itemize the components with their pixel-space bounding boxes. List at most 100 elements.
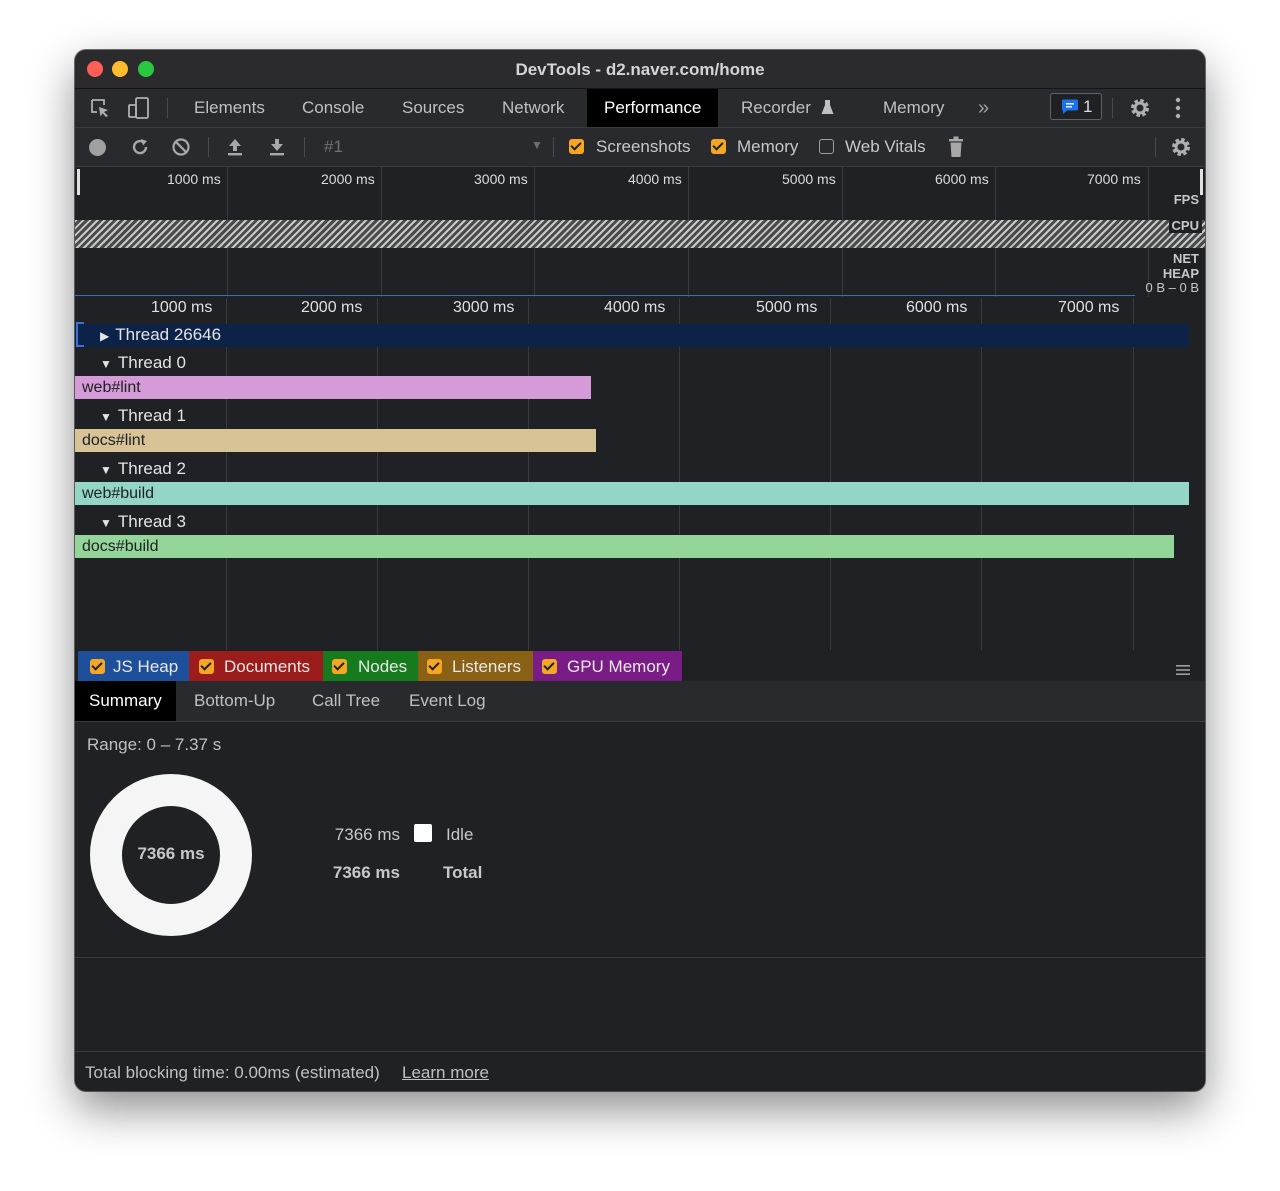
task-bar[interactable]: web#lint xyxy=(75,376,591,399)
overview-tick: 4000 ms xyxy=(628,171,682,187)
thread-header[interactable]: ▶ Thread 26646 xyxy=(100,325,221,345)
tab-event-log[interactable]: Event Log xyxy=(395,681,500,721)
documents-checkbox[interactable] xyxy=(199,659,214,674)
flame-tick: 7000 ms xyxy=(1058,299,1120,316)
summary-panel: Range: 0 – 7.37 s 7366 ms 7366 ms Idle 7… xyxy=(75,722,1205,958)
tab-recorder[interactable]: Recorder xyxy=(724,89,851,127)
heap-range-label: 0 B – 0 B xyxy=(1145,280,1199,295)
cpu-track-label: CPU xyxy=(1168,218,1202,233)
tab-console[interactable]: Console xyxy=(285,89,381,127)
flame-chart[interactable]: 1000 ms 2000 ms 3000 ms 4000 ms 5000 ms … xyxy=(75,298,1205,650)
chevron-down-icon: ▼ xyxy=(531,138,543,152)
learn-more-link[interactable]: Learn more xyxy=(402,1063,489,1083)
nodes-checkbox[interactable] xyxy=(332,659,347,674)
overview-tick: 6000 ms xyxy=(935,171,989,187)
listeners-checkbox[interactable] xyxy=(427,659,442,674)
task-bar[interactable]: docs#build xyxy=(75,535,1174,558)
timeline-overview[interactable]: 1000 ms 2000 ms 3000 ms 4000 ms 5000 ms … xyxy=(75,167,1205,297)
overview-tick: 1000 ms xyxy=(167,171,221,187)
tab-elements[interactable]: Elements xyxy=(177,89,282,127)
gpu-memory-checkbox[interactable] xyxy=(542,659,557,674)
screenshots-label: Screenshots xyxy=(596,137,691,156)
collapse-arrow-icon: ▼ xyxy=(100,357,112,371)
message-icon xyxy=(1062,99,1078,114)
title-bar: DevTools - d2.naver.com/home xyxy=(75,50,1205,89)
gpu-memory-label: GPU Memory xyxy=(567,657,670,676)
tab-summary[interactable]: Summary xyxy=(75,681,176,721)
overview-tick: 5000 ms xyxy=(782,171,836,187)
documents-counter[interactable]: Documents xyxy=(189,651,323,681)
documents-label: Documents xyxy=(224,657,310,676)
more-options-icon[interactable] xyxy=(1175,97,1181,119)
tab-sources[interactable]: Sources xyxy=(385,89,481,127)
web-vitals-checkbox[interactable] xyxy=(819,139,834,154)
record-button[interactable] xyxy=(89,139,106,156)
upload-profile-icon[interactable] xyxy=(226,137,244,157)
thread-header[interactable]: ▼ Thread 1 xyxy=(100,406,186,426)
memory-label: Memory xyxy=(737,137,799,156)
thread-row-selected[interactable] xyxy=(75,324,1189,347)
thread-header[interactable]: ▼ Thread 2 xyxy=(100,459,186,479)
tab-call-tree[interactable]: Call Tree xyxy=(298,681,394,721)
thread-name: Thread 2 xyxy=(117,459,186,478)
expand-arrow-icon: ▶ xyxy=(100,329,110,343)
heap-line xyxy=(75,295,1135,296)
footer-bar: Total blocking time: 0.00ms (estimated) … xyxy=(75,1051,1205,1091)
overview-tick: 7000 ms xyxy=(1087,171,1141,187)
flame-tick: 3000 ms xyxy=(453,299,515,316)
nodes-label: Nodes xyxy=(358,657,408,676)
thread-name: Thread 1 xyxy=(117,406,186,425)
collapse-arrow-icon: ▼ xyxy=(100,463,112,477)
collect-garbage-icon[interactable] xyxy=(948,136,964,158)
profile-select-value: #1 xyxy=(324,137,343,156)
collapse-arrow-icon: ▼ xyxy=(100,410,112,424)
clear-icon[interactable] xyxy=(171,137,191,157)
flame-tick: 1000 ms xyxy=(151,299,213,316)
reload-record-icon[interactable] xyxy=(130,137,150,157)
selection-handle-left[interactable] xyxy=(77,169,80,195)
idle-color-swatch xyxy=(414,824,432,842)
screenshots-checkbox[interactable] xyxy=(569,139,584,154)
listeners-counter[interactable]: Listeners xyxy=(418,651,533,681)
tab-bottom-up[interactable]: Bottom-Up xyxy=(180,681,289,721)
thread-header[interactable]: ▼ Thread 3 xyxy=(100,512,186,532)
flame-tick: 4000 ms xyxy=(604,299,666,316)
menu-icon[interactable] xyxy=(1176,664,1190,676)
inspect-element-icon[interactable] xyxy=(89,97,111,119)
nodes-counter[interactable]: Nodes xyxy=(323,651,418,681)
issues-badge[interactable]: 1 xyxy=(1050,93,1102,120)
issues-count: 1 xyxy=(1083,97,1093,116)
flame-tick: 2000 ms xyxy=(301,299,363,316)
tab-performance[interactable]: Performance xyxy=(587,89,719,127)
selection-bracket xyxy=(76,322,84,347)
profile-select[interactable]: #1 ▼ xyxy=(315,134,545,160)
device-toolbar-icon[interactable] xyxy=(127,96,151,120)
capture-settings-gear-icon[interactable] xyxy=(1170,136,1192,158)
tab-network[interactable]: Network xyxy=(485,89,581,127)
task-bar[interactable]: web#build xyxy=(75,482,1189,505)
thread-header[interactable]: ▼ Thread 0 xyxy=(100,353,186,373)
gpu-memory-counter[interactable]: GPU Memory xyxy=(533,651,682,681)
js-heap-label: JS Heap xyxy=(113,657,179,676)
range-label: Range: 0 – 7.37 s xyxy=(87,735,222,754)
flask-icon xyxy=(821,100,834,114)
window-title: DevTools - d2.naver.com/home xyxy=(515,60,765,79)
thread-name: Thread 26646 xyxy=(115,325,222,344)
task-bar[interactable]: docs#lint xyxy=(75,429,596,452)
settings-gear-icon[interactable] xyxy=(1129,97,1151,119)
flame-tick: 6000 ms xyxy=(906,299,968,316)
tab-memory[interactable]: Memory xyxy=(866,89,961,127)
more-tabs-chevron-icon[interactable]: » xyxy=(961,89,1006,127)
flame-tick: 5000 ms xyxy=(756,299,818,316)
download-profile-icon[interactable] xyxy=(268,137,286,157)
collapse-arrow-icon: ▼ xyxy=(100,516,112,530)
idle-label: Idle xyxy=(446,825,474,844)
js-heap-counter[interactable]: JS Heap xyxy=(78,651,189,681)
web-vitals-label: Web Vitals xyxy=(845,137,926,156)
devtools-window: DevTools - d2.naver.com/home Elements Co… xyxy=(75,50,1205,1091)
selection-handle-right[interactable] xyxy=(1200,169,1203,195)
memory-checkbox[interactable] xyxy=(711,139,726,154)
memory-counters-legend: JS Heap Documents Nodes Listeners GPU Me… xyxy=(75,650,1205,682)
donut-center-value: 7366 ms xyxy=(137,844,205,863)
js-heap-checkbox[interactable] xyxy=(90,659,105,674)
